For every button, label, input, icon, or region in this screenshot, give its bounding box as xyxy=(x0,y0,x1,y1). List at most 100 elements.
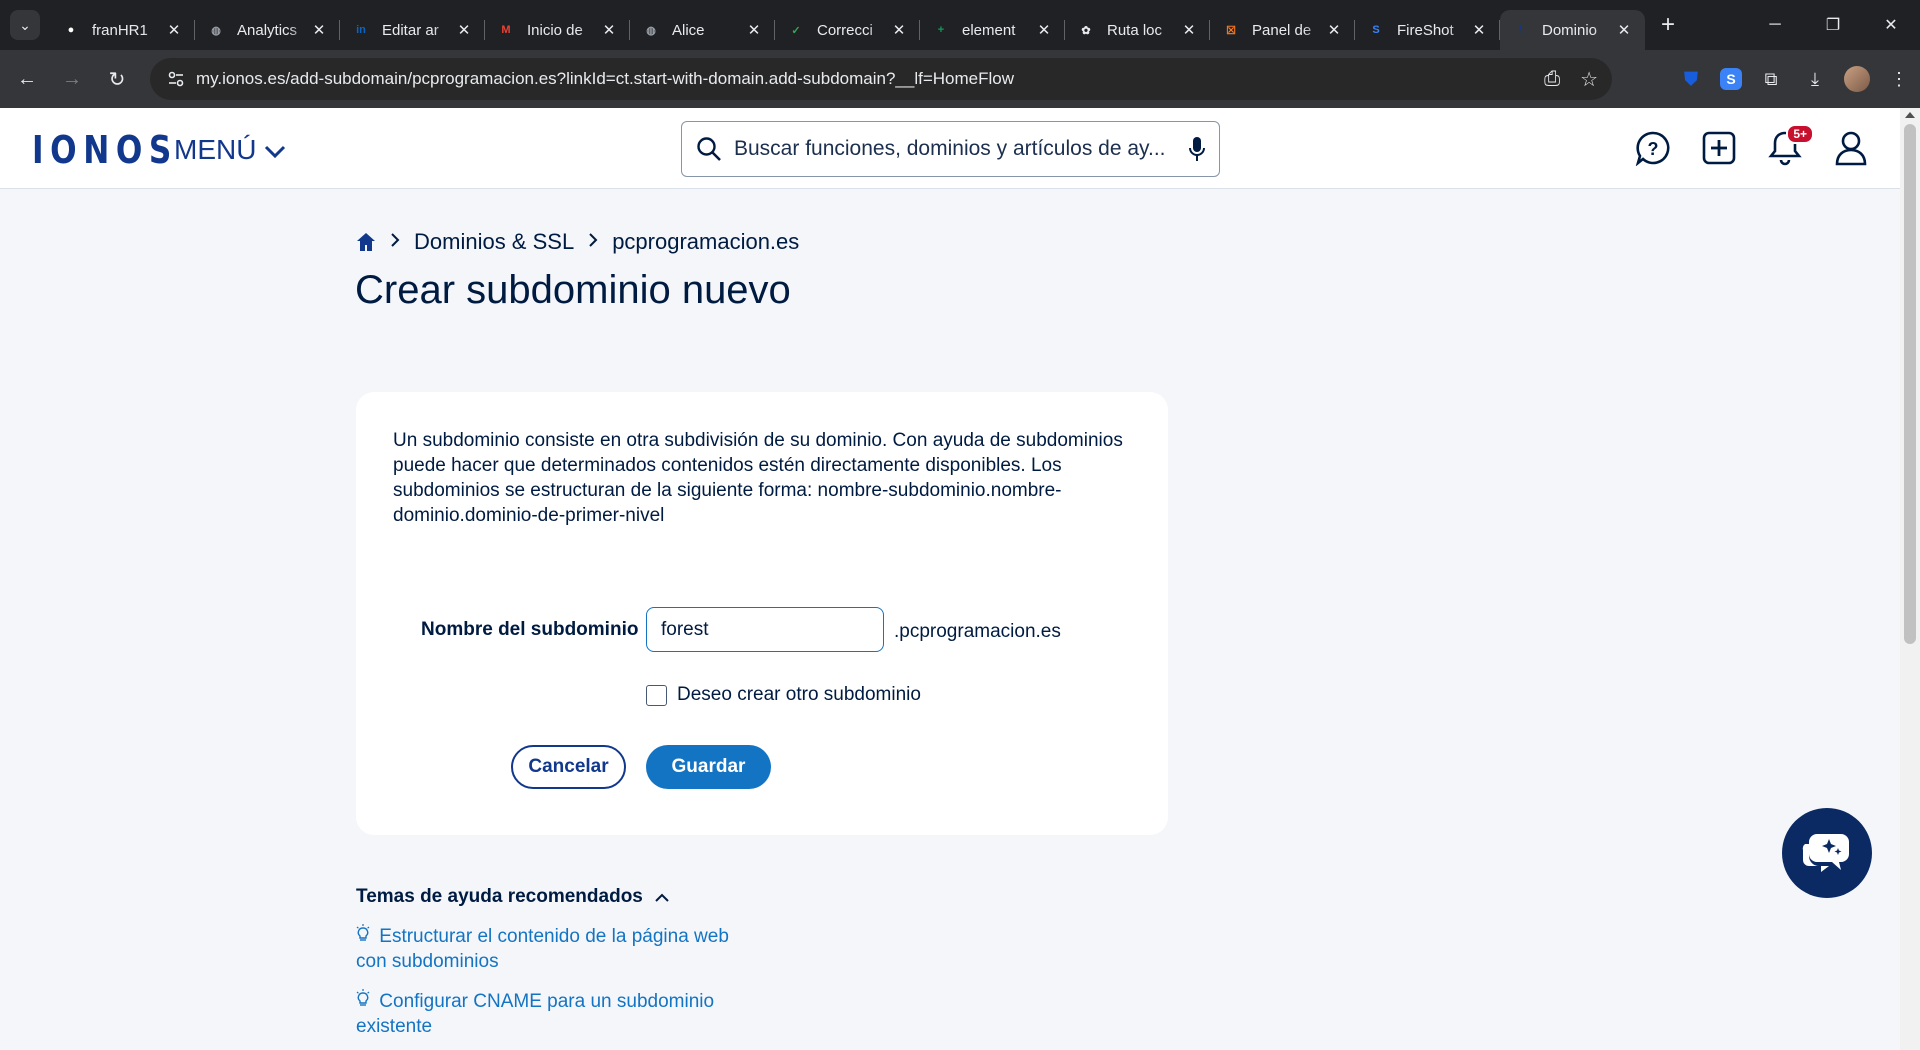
tab-title: franHR1 xyxy=(92,21,148,39)
notifications-bell-icon[interactable]: 5+ xyxy=(1766,124,1814,168)
microphone-icon[interactable] xyxy=(1189,136,1205,162)
omnibox-actions: ⎙ ☆ xyxy=(1544,58,1598,100)
xampp-icon: ☒ xyxy=(1226,24,1236,37)
install-app-icon[interactable]: ⎙ xyxy=(1544,68,1560,91)
tab-close-icon[interactable]: ✕ xyxy=(1180,21,1198,39)
browser-tab[interactable]: ✓ Correcci ✕ xyxy=(775,10,920,50)
bitwarden-extension-icon[interactable]: ⛊ xyxy=(1676,64,1706,94)
tab-close-icon[interactable]: ✕ xyxy=(1615,21,1633,39)
tab-title: element xyxy=(962,21,1016,39)
tab-title: Inicio de xyxy=(527,21,583,39)
browser-tab-bar: ⌄ ● franHR1 ✕ ◍ Analytics ✕ in Editar ar ✕ M Inici… xyxy=(0,0,1920,50)
tab-close-icon[interactable]: ✕ xyxy=(745,21,763,39)
url-text[interactable]: my.ionos.es/add-subdomain/pcprogramacion… xyxy=(196,69,1014,89)
check-icon: ✓ xyxy=(791,24,801,37)
tab-close-icon[interactable]: ✕ xyxy=(310,21,328,39)
browser-toolbar: ← → ↻ my.ionos.es/add-subdomain/pcprogra… xyxy=(0,50,1920,108)
breadcrumb: Dominios & SSL pcprogramacion.es xyxy=(356,229,799,255)
reload-icon[interactable]: ↻ xyxy=(99,61,135,97)
add-icon[interactable] xyxy=(1700,128,1738,168)
tab-title: Correcci xyxy=(817,21,873,39)
chrome-menu-icon[interactable]: ⋮ xyxy=(1884,64,1914,94)
scroll-up-arrow-icon[interactable] xyxy=(1905,112,1915,118)
forward-icon[interactable]: → xyxy=(54,61,90,97)
help-link-cname[interactable]: Configurar CNAME para un subdominio exis… xyxy=(356,989,736,1039)
browser-tab[interactable]: ◍ Analytics ✕ xyxy=(195,10,340,50)
cancel-button[interactable]: Cancelar xyxy=(511,745,626,789)
ionos-icon: \ xyxy=(1519,24,1523,36)
form-description: Un subdominio consiste en otra subdivisi… xyxy=(393,430,1123,526)
tab-close-icon[interactable]: ✕ xyxy=(165,21,183,39)
bookmark-star-icon[interactable]: ☆ xyxy=(1580,67,1598,92)
browser-tab[interactable]: ◍ Alice ✕ xyxy=(630,10,775,50)
scroll-thumb[interactable] xyxy=(1904,124,1916,644)
tab-title: Analytics xyxy=(237,21,298,39)
back-icon[interactable]: ← xyxy=(9,61,45,97)
tab-close-icon[interactable]: ✕ xyxy=(1325,21,1343,39)
tab-search-button[interactable]: ⌄ xyxy=(10,10,40,40)
profile-avatar[interactable] xyxy=(1844,66,1870,92)
tab-close-icon[interactable]: ✕ xyxy=(455,21,473,39)
chevron-right-icon xyxy=(390,232,400,253)
browser-tab[interactable]: ☒ Panel de ✕ xyxy=(1210,10,1355,50)
breadcrumb-domain[interactable]: pcprogramacion.es xyxy=(612,229,799,255)
search-input[interactable] xyxy=(734,137,1189,161)
fireshot-extension-icon[interactable]: S xyxy=(1720,68,1742,90)
notification-badge: 5+ xyxy=(1786,124,1814,144)
svg-text:?: ? xyxy=(1648,139,1659,159)
site-info-icon[interactable] xyxy=(156,70,196,88)
downloads-icon[interactable]: ⤓ xyxy=(1800,64,1830,94)
help-icon[interactable]: ? xyxy=(1634,128,1672,168)
fireshot-icon: S xyxy=(1372,24,1380,36)
page-scrollbar[interactable] xyxy=(1900,108,1920,1050)
main-menu-button[interactable]: MENÚ xyxy=(174,134,286,166)
home-icon[interactable] xyxy=(356,232,376,252)
browser-tab[interactable]: + element ✕ xyxy=(920,10,1065,50)
minimize-icon[interactable]: ─ xyxy=(1746,0,1804,50)
browser-tab[interactable]: M Inicio de ✕ xyxy=(485,10,630,50)
browser-tab[interactable]: ● franHR1 ✕ xyxy=(50,10,195,50)
browser-tab[interactable]: in Editar ar ✕ xyxy=(340,10,485,50)
browser-tab[interactable]: ✿ Ruta loc ✕ xyxy=(1065,10,1210,50)
tab-close-icon[interactable]: ✕ xyxy=(600,21,618,39)
search-box xyxy=(681,121,1220,177)
save-button[interactable]: Guardar xyxy=(646,745,771,789)
address-bar[interactable]: my.ionos.es/add-subdomain/pcprogramacion… xyxy=(150,58,1612,100)
site-header: IONOS MENÚ ? 5+ xyxy=(0,108,1900,189)
github-icon: ● xyxy=(67,24,75,36)
chevron-right-icon xyxy=(588,232,598,253)
tab-strip: ● franHR1 ✕ ◍ Analytics ✕ in Editar ar ✕ M Inicio … xyxy=(50,0,1645,50)
help-link-structure[interactable]: Estructurar el contenido de la página we… xyxy=(356,924,736,974)
globe-icon: ◍ xyxy=(646,24,656,37)
close-window-icon[interactable]: ✕ xyxy=(1862,0,1920,50)
tab-title: Alice xyxy=(672,21,705,39)
tab-close-icon[interactable]: ✕ xyxy=(890,21,908,39)
breadcrumb-domains-ssl[interactable]: Dominios & SSL xyxy=(414,229,574,255)
tab-title: Editar ar xyxy=(382,21,439,39)
create-another-checkbox[interactable] xyxy=(646,685,667,706)
menu-label: MENÚ xyxy=(174,134,257,165)
help-topics-toggle[interactable]: Temas de ayuda recomendados xyxy=(356,886,669,908)
create-another-label[interactable]: Deseo crear otro subdominio xyxy=(677,684,921,706)
tab-close-icon[interactable]: ✕ xyxy=(1470,21,1488,39)
help-link-structure-text[interactable]: Estructurar el contenido de la página we… xyxy=(356,926,729,972)
extensions-puzzle-icon[interactable]: ⧉ xyxy=(1756,64,1786,94)
chevron-up-icon xyxy=(655,893,669,902)
browser-tab[interactable]: S FireShot ✕ xyxy=(1355,10,1500,50)
tab-title: Ruta loc xyxy=(1107,21,1163,39)
user-account-icon[interactable] xyxy=(1832,128,1870,168)
subdomain-name-input[interactable] xyxy=(646,607,884,652)
sheets-icon: + xyxy=(937,24,945,36)
help-topics-heading: Temas de ayuda recomendados xyxy=(356,886,643,907)
search-icon xyxy=(697,137,721,161)
browser-tab[interactable]: \ Dominio ✕ xyxy=(1500,10,1645,50)
chat-assistant-button[interactable] xyxy=(1782,808,1872,898)
ionos-logo[interactable]: IONOS xyxy=(32,128,178,172)
new-tab-button[interactable]: + xyxy=(1661,11,1675,39)
help-link-cname-text[interactable]: Configurar CNAME para un subdominio exis… xyxy=(356,991,714,1037)
tab-close-icon[interactable]: ✕ xyxy=(1035,21,1053,39)
restore-icon[interactable]: ❐ xyxy=(1804,0,1862,50)
tab-title: FireShot xyxy=(1397,21,1454,39)
tab-title: Panel de xyxy=(1252,21,1312,39)
chevron-down-icon xyxy=(265,145,286,159)
